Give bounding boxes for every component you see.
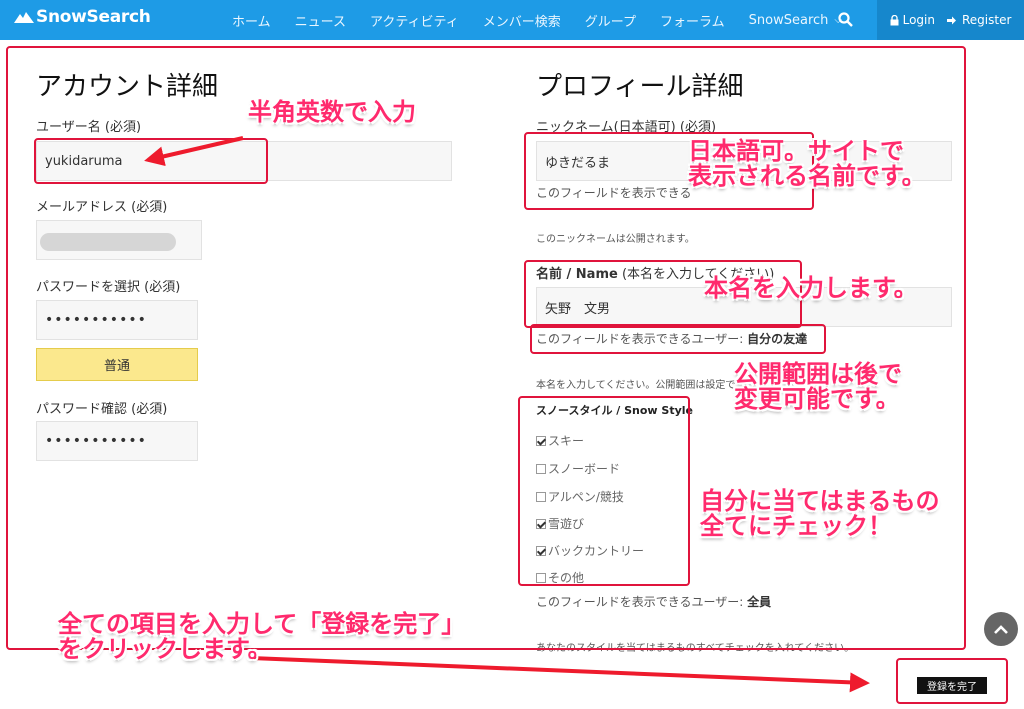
nav-member-search[interactable]: メンバー検索 <box>483 11 561 30</box>
annotation-line: をクリックします。 <box>58 635 272 664</box>
login-link[interactable]: Login <box>890 13 935 27</box>
annotation-nickname-note: 日本語可。サイトで 表示される名前です。 <box>688 137 926 191</box>
lock-icon <box>890 14 899 25</box>
annotation-line: 全ての項目を入力して「登録を完了」 <box>58 610 466 638</box>
auth-area: Login Register <box>877 0 1024 40</box>
annotation-frame-username <box>34 138 268 184</box>
logo-text: SnowSearch <box>36 7 151 27</box>
top-nav-bar: SnowSearch ホーム ニュース アクティビティ メンバー検索 グループ … <box>0 0 1024 40</box>
scroll-to-top-button[interactable] <box>984 612 1018 646</box>
sign-in-icon <box>946 16 956 24</box>
annotation-frame-styles <box>518 396 690 586</box>
annotation-visibility-note: 公開範囲は後で 変更可能です。 <box>734 360 902 414</box>
annotation-line: 全てにチェック！ <box>700 512 892 541</box>
mountain-logo-icon <box>14 12 34 23</box>
annotation-line: 自分に当てはまるもの <box>700 487 940 515</box>
annotation-line: 公開範囲は後で <box>734 360 902 388</box>
chevron-up-icon <box>994 624 1008 634</box>
search-icon[interactable] <box>838 12 853 31</box>
register-label: Register <box>961 13 1012 27</box>
nav-home[interactable]: ホーム <box>232 11 271 30</box>
main-nav: ホーム ニュース アクティビティ メンバー検索 グループ フォーラム SnowS… <box>232 0 866 40</box>
annotation-submit-note: 全ての項目を入力して「登録を完了」 をクリックします。 <box>58 610 466 664</box>
nav-forum[interactable]: フォーラム <box>660 11 725 30</box>
site-logo[interactable]: SnowSearch <box>14 7 151 27</box>
nav-news[interactable]: ニュース <box>295 11 346 30</box>
annotation-frame-visibility <box>530 324 826 354</box>
annotation-username-note: 半角英数で入力 <box>248 98 416 126</box>
annotation-styles-note: 自分に当てはまるもの 全てにチェック！ <box>700 487 940 541</box>
nav-snowsearch-label: SnowSearch <box>748 12 829 28</box>
annotation-line: 変更可能です。 <box>734 385 900 414</box>
nav-activity[interactable]: アクティビティ <box>370 11 459 30</box>
register-link[interactable]: Register <box>946 13 1012 27</box>
annotation-line: 表示される名前です。 <box>688 162 926 191</box>
login-label: Login <box>902 13 935 27</box>
nav-snowsearch-menu[interactable]: SnowSearch ⌵ <box>749 13 842 28</box>
annotation-line: 日本語可。サイトで <box>688 137 904 165</box>
nav-groups[interactable]: グループ <box>585 11 636 30</box>
annotation-frame-submit <box>896 658 1008 704</box>
annotation-name-note: 本名を入力します。 <box>704 274 918 302</box>
